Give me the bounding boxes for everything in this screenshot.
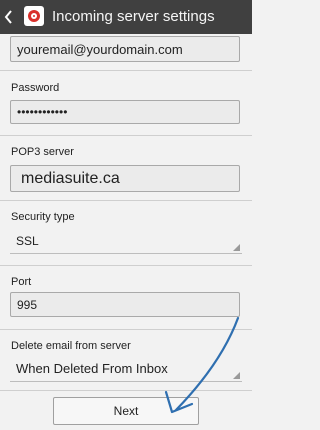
annotation-arrow-icon	[164, 316, 240, 414]
